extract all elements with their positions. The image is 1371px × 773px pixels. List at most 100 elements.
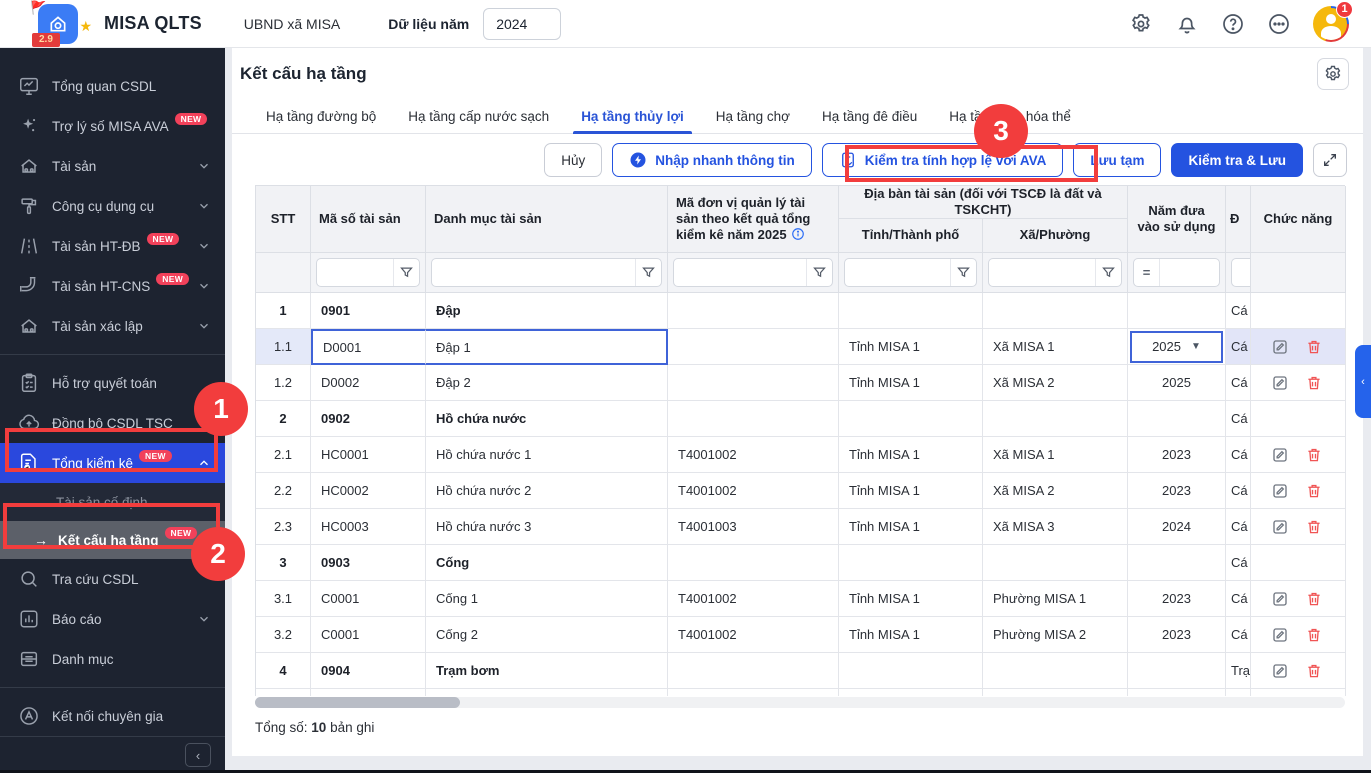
filter-funnel-icon[interactable] [1095, 259, 1121, 286]
sidebar-item-9[interactable]: Đồng bộ CSDL TSC [0, 403, 225, 443]
tab-3[interactable]: Hạ tầng chợ [700, 100, 806, 133]
edit-icon[interactable] [1271, 661, 1291, 681]
cell-unit-code[interactable]: T4001002 [668, 437, 839, 473]
cell-unit-code[interactable]: T4001002 [668, 473, 839, 509]
filter-name[interactable] [431, 258, 662, 287]
filter-province-input[interactable] [845, 259, 950, 286]
cell-province[interactable]: Tỉnh MISA 1 [839, 581, 983, 617]
cell-ward[interactable] [983, 293, 1128, 329]
sidebar-item-15[interactable]: Danh mục [0, 639, 225, 679]
filter-year[interactable]: = [1133, 258, 1220, 287]
edit-icon[interactable] [1271, 481, 1291, 501]
cell-year[interactable]: 2025 [1128, 365, 1226, 401]
cell-asset-name[interactable]: Hồ chứa nước [426, 401, 668, 437]
filter-truncated[interactable] [1231, 258, 1250, 287]
cell-ward[interactable]: Xã MISA 1 [983, 329, 1128, 365]
cell-asset-code[interactable]: 0901 [311, 293, 426, 329]
sidebar-subitem-12[interactable]: → Kết cấu hạ tầng NEW [0, 521, 225, 559]
filter-unit[interactable] [673, 258, 833, 287]
cell-unit-code[interactable] [668, 401, 839, 437]
cell-province[interactable]: Tỉnh MISA 1 [839, 365, 983, 401]
cell-unit-code[interactable]: T4001002 [668, 617, 839, 653]
cell-asset-name[interactable]: Đập 2 [426, 365, 668, 401]
filter-year-input[interactable] [1160, 259, 1219, 286]
cell-year[interactable] [1128, 545, 1226, 581]
filter-province[interactable] [844, 258, 977, 287]
sidebar-item-2[interactable]: Tài sản [0, 146, 225, 186]
cell-asset-code[interactable]: D0001 [311, 329, 426, 365]
cell-ward[interactable]: Xã MISA 1 [983, 437, 1128, 473]
info-icon[interactable] [791, 227, 805, 241]
cell-year[interactable]: 2025 ▼ [1128, 329, 1226, 365]
user-avatar[interactable]: 1 [1313, 0, 1353, 42]
cell-year[interactable]: 2024 [1128, 509, 1226, 545]
table-row-2.2[interactable]: 2.2 HC0002 Hồ chứa nước 2 T4001002 Tỉnh MISA… [256, 473, 1346, 509]
sidebar-item-1[interactable]: Trợ lý số MISA AVA NEW [0, 106, 225, 146]
page-settings-button[interactable] [1317, 58, 1349, 90]
cell-asset-code[interactable]: 0903 [311, 545, 426, 581]
col-header-unit[interactable]: Mã đơn vị quản lý tài sản theo kết quả t… [668, 186, 839, 253]
cell-asset-name[interactable]: Hồ chứa nước 1 [426, 437, 668, 473]
equals-operator[interactable]: = [1134, 259, 1160, 286]
sidebar-item-13[interactable]: Tra cứu CSDL [0, 559, 225, 599]
cell-year[interactable]: 2023 [1128, 473, 1226, 509]
year-dropdown[interactable]: 2025 ▼ [1130, 330, 1223, 363]
scrollbar-thumb[interactable] [255, 697, 460, 708]
filter-code-input[interactable] [317, 259, 393, 286]
horizontal-scrollbar[interactable] [255, 697, 1345, 708]
tab-4[interactable]: Hạ tầng đê điều [806, 100, 933, 133]
sidebar-item-0[interactable]: Tổng quan CSDL [0, 66, 225, 106]
delete-trash-icon[interactable] [1305, 481, 1325, 501]
cell-asset-code[interactable]: HC0002 [311, 473, 426, 509]
check-and-save-button[interactable]: Kiểm tra & Lưu [1171, 143, 1303, 177]
col-header-code[interactable]: Mã số tài sản [311, 186, 426, 253]
cell-asset-name[interactable]: Hồ chứa nước 3 [426, 509, 668, 545]
col-header-stt[interactable]: STT [256, 186, 311, 253]
help-icon[interactable] [1221, 12, 1245, 36]
cell-province[interactable] [839, 293, 983, 329]
edit-icon[interactable] [1271, 337, 1291, 357]
cell-year[interactable]: 2023 [1128, 617, 1226, 653]
filter-funnel-icon[interactable] [950, 259, 976, 286]
tab-2[interactable]: Hạ tầng thủy lợi [565, 100, 700, 134]
cell-ward[interactable] [983, 545, 1128, 581]
cell-unit-code[interactable]: T4001002 [668, 581, 839, 617]
cell-asset-code[interactable]: 0902 [311, 401, 426, 437]
cell-unit-code[interactable] [668, 545, 839, 581]
cell-province[interactable] [839, 653, 983, 689]
cell-asset-name[interactable]: Cống [426, 545, 668, 581]
cell-asset-name[interactable]: Cống 1 [426, 581, 668, 617]
cell-ward[interactable] [983, 653, 1128, 689]
table-row-3[interactable]: 3 0903 Cống Cá [256, 545, 1346, 581]
delete-trash-icon[interactable] [1305, 661, 1325, 681]
cell-ward[interactable] [983, 401, 1128, 437]
cell-province[interactable]: Tỉnh MISA 1 [839, 329, 983, 365]
cell-province[interactable]: Tỉnh MISA 1 [839, 473, 983, 509]
delete-trash-icon[interactable] [1305, 517, 1325, 537]
cell-year[interactable] [1128, 293, 1226, 329]
cell-ward[interactable]: Xã MISA 2 [983, 365, 1128, 401]
sidebar-subitem-11[interactable]: Tài sản cố định [0, 483, 225, 521]
tab-1[interactable]: Hạ tầng cấp nước sạch [392, 100, 565, 133]
quick-input-button[interactable]: Nhập nhanh thông tin [612, 143, 812, 177]
sidebar-collapse-button[interactable]: ‹ [185, 743, 211, 767]
sidebar-item-17[interactable]: Kết nối chuyên gia [0, 696, 225, 736]
cell-asset-code[interactable]: HC0003 [311, 509, 426, 545]
table-row-1[interactable]: 1 0901 Đập Cá [256, 293, 1346, 329]
app-logo[interactable]: 🚩 ★ 2.9 [28, 0, 92, 48]
validate-ava-button[interactable]: Kiểm tra tính hợp lệ với AVA [821, 143, 1064, 177]
delete-trash-icon[interactable] [1305, 589, 1325, 609]
edit-icon[interactable] [1271, 589, 1291, 609]
cell-asset-name[interactable]: Đập 1 [426, 329, 668, 365]
sidebar-item-5[interactable]: Tài sản HT-CNS NEW [0, 266, 225, 306]
col-header-name[interactable]: Danh mục tài sản [426, 186, 668, 253]
edit-icon[interactable] [1271, 517, 1291, 537]
col-header-year[interactable]: Năm đưa vào sử dụng [1128, 186, 1226, 253]
delete-trash-icon[interactable] [1305, 337, 1325, 357]
col-header-ward[interactable]: Xã/Phường [983, 219, 1128, 253]
cell-province[interactable]: Tỉnh MISA 1 [839, 437, 983, 473]
cell-unit-code[interactable] [668, 329, 839, 365]
sidebar-item-14[interactable]: Báo cáo [0, 599, 225, 639]
col-header-province[interactable]: Tỉnh/Thành phố [839, 219, 983, 253]
cell-asset-name[interactable]: Hồ chứa nước 2 [426, 473, 668, 509]
